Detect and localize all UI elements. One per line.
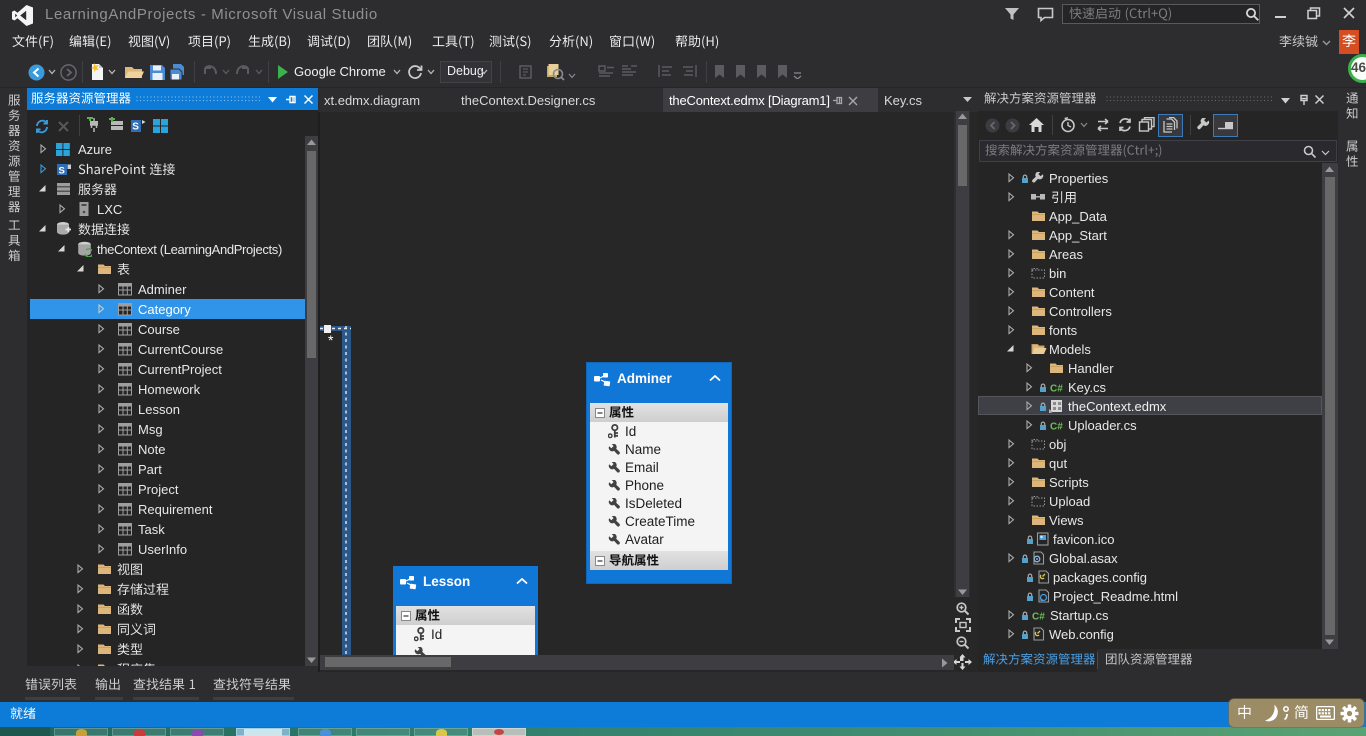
svg-text:C#: C# bbox=[1050, 422, 1063, 433]
svg-text:S: S bbox=[59, 166, 65, 177]
svg-text:C#: C# bbox=[1032, 612, 1045, 623]
svg-text:S: S bbox=[132, 122, 139, 133]
svg-text:C#: C# bbox=[1050, 384, 1063, 395]
